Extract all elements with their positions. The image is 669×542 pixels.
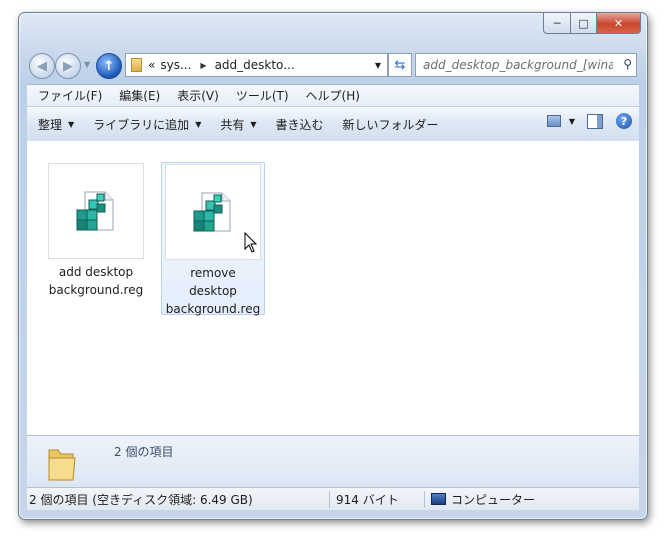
search-icon[interactable]: ⚲ xyxy=(623,57,632,71)
organize-label: 整理 xyxy=(38,117,63,132)
share-label: 共有 xyxy=(220,117,245,132)
navigation-bar: ◀ ▶ ▼ ↑ « sys... ▶ add_deskto... ▼ ⇆ add… xyxy=(27,52,639,79)
search-input[interactable]: add_desktop_background_[winae... ⚲ xyxy=(415,53,637,77)
burn-label: 書き込む xyxy=(275,117,324,132)
mouse-cursor-icon xyxy=(244,232,258,253)
details-pane: 2 個の項目 xyxy=(27,435,639,487)
address-bar[interactable]: « sys... ▶ add_deskto... ▼ xyxy=(125,53,388,77)
new-folder-label: 新しいフォルダー xyxy=(342,117,439,132)
folder-icon xyxy=(131,58,142,72)
refresh-button[interactable]: ⇆ xyxy=(388,53,412,77)
menu-edit[interactable]: 編集(E) xyxy=(119,87,160,104)
refresh-icon: ⇆ xyxy=(394,57,406,73)
command-bar: 整理 ▼ ライブラリに追加 ▼ 共有 ▼ 書き込む 新しいフォルダー ▼ ? xyxy=(27,106,639,142)
chevron-down-icon: ▼ xyxy=(250,119,257,129)
breadcrumb-separator-icon[interactable]: ▶ xyxy=(200,61,206,70)
file-name-line: background.reg xyxy=(48,283,144,297)
up-button[interactable]: ↑ xyxy=(96,53,122,79)
file-thumbnail xyxy=(48,163,144,259)
address-dropdown-icon[interactable]: ▼ xyxy=(369,54,387,76)
folder-icon xyxy=(48,449,76,481)
close-button[interactable]: ✕ xyxy=(597,13,641,34)
share-button[interactable]: 共有 ▼ xyxy=(220,116,256,133)
add-to-library-label: ライブラリに追加 xyxy=(93,117,190,132)
menu-bar: ファイル(F) 編集(E) 表示(V) ツール(T) ヘルプ(H) xyxy=(27,84,639,106)
file-item[interactable]: add desktop background.reg xyxy=(45,163,147,299)
chevron-down-icon: ▼ xyxy=(68,119,75,129)
recent-pages-dropdown[interactable]: ▼ xyxy=(84,60,90,69)
file-name-line: desktop xyxy=(189,284,237,298)
arrow-up-icon: ↑ xyxy=(103,58,115,74)
file-name: add desktop background.reg xyxy=(45,263,147,299)
burn-button[interactable]: 書き込む xyxy=(276,116,324,133)
breadcrumb-segment-current[interactable]: add_deskto... xyxy=(215,58,295,72)
maximize-button[interactable]: □ xyxy=(571,13,597,34)
breadcrumb-segment-sys[interactable]: sys... xyxy=(160,58,191,72)
status-bar: 2 個の項目 (空きディスク領域: 6.49 GB) 914 バイト コンピュー… xyxy=(27,487,639,510)
address-overflow-chevron[interactable]: « xyxy=(148,58,155,72)
arrow-right-icon: ▶ xyxy=(63,58,73,74)
computer-icon xyxy=(431,493,446,505)
caption-buttons: ─ □ ✕ xyxy=(543,13,641,34)
registry-file-icon xyxy=(76,191,114,231)
menu-view[interactable]: 表示(V) xyxy=(177,87,219,104)
view-options-icon[interactable] xyxy=(546,115,561,127)
toolbar-right-group: ▼ ? xyxy=(546,113,634,129)
file-list-view[interactable]: add desktop background.reg remove deskto… xyxy=(27,141,639,435)
status-items: 2 個の項目 (空きディスク領域: 6.49 GB) xyxy=(27,490,330,508)
preview-pane-icon[interactable] xyxy=(587,113,603,129)
file-name-line: add desktop xyxy=(58,265,134,279)
arrow-left-icon: ◀ xyxy=(37,58,47,74)
organize-button[interactable]: 整理 ▼ xyxy=(38,116,74,133)
explorer-window: ─ □ ✕ ◀ ▶ ▼ ↑ « sys... ▶ add_deskto... ▼… xyxy=(18,12,648,520)
file-name: remove desktop background.reg xyxy=(162,264,264,318)
registry-file-icon xyxy=(193,192,231,232)
status-location-label: コンピューター xyxy=(451,492,536,507)
forward-button[interactable]: ▶ xyxy=(55,53,81,79)
chevron-down-icon[interactable]: ▼ xyxy=(569,117,575,126)
minimize-button[interactable]: ─ xyxy=(543,13,571,34)
status-location: コンピューター xyxy=(425,491,535,508)
search-placeholder: add_desktop_background_[winae... xyxy=(423,58,613,72)
menu-file[interactable]: ファイル(F) xyxy=(38,87,102,104)
item-count: 2 個の項目 xyxy=(114,445,174,459)
back-button[interactable]: ◀ xyxy=(29,53,55,79)
new-folder-button[interactable]: 新しいフォルダー xyxy=(343,116,439,133)
file-name-line: background.reg xyxy=(165,302,261,316)
chevron-down-icon: ▼ xyxy=(195,119,202,129)
status-size: 914 バイト xyxy=(330,490,425,508)
file-name-line: remove xyxy=(190,266,236,280)
help-icon[interactable]: ? xyxy=(616,113,632,129)
menu-tools[interactable]: ツール(T) xyxy=(236,87,289,104)
menu-help[interactable]: ヘルプ(H) xyxy=(306,87,360,104)
add-to-library-button[interactable]: ライブラリに追加 ▼ xyxy=(93,116,201,133)
